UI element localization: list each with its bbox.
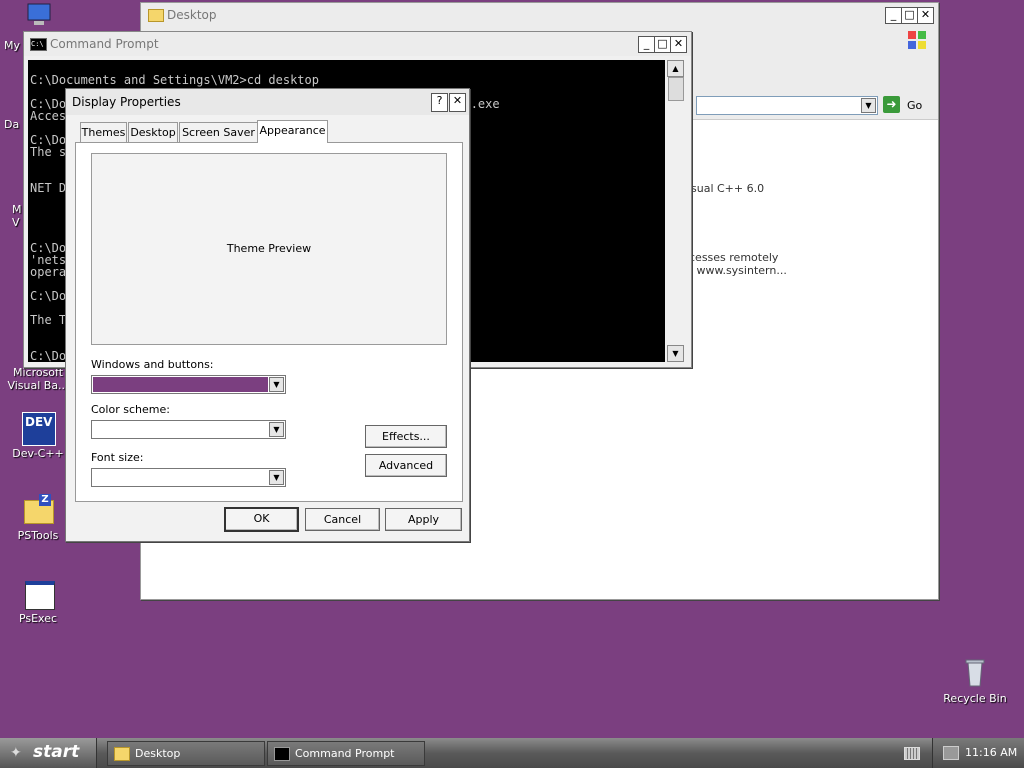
start-label: start (33, 742, 80, 762)
windows-buttons-select[interactable]: ▼ (91, 375, 286, 394)
desktop-icon-psexec[interactable]: PsExec (3, 577, 73, 625)
explorer-title: Desktop (167, 8, 217, 22)
go-arrow-icon: ➜ (883, 96, 900, 113)
go-button[interactable]: ➜ Go (883, 95, 933, 115)
desktop-icon-visual-basic[interactable]: Microsoft Visual Ba... (3, 366, 73, 392)
devcpp-icon: DEV (22, 412, 56, 446)
windows-buttons-color-swatch (93, 377, 268, 392)
close-button[interactable]: ✕ (670, 36, 687, 53)
taskbar: ✦ start Desktop Command Prompt 11:16 AM (0, 738, 1024, 768)
clock[interactable]: 11:16 AM (965, 746, 1017, 759)
font-size-label: Font size: (91, 451, 144, 464)
tab-themes[interactable]: Themes (80, 122, 127, 142)
taskbar-item-command-prompt[interactable]: Command Prompt (267, 741, 425, 766)
computer-icon (25, 2, 53, 28)
font-size-select[interactable]: ▼ (91, 468, 286, 487)
theme-preview-label: Theme Preview (226, 242, 312, 255)
ok-button[interactable]: OK (224, 507, 299, 532)
taskbar-item-label: Command Prompt (295, 747, 395, 760)
scroll-thumb[interactable] (668, 77, 684, 101)
advanced-button[interactable]: Advanced (365, 454, 447, 477)
windows-buttons-label: Windows and buttons: (91, 358, 214, 371)
app-window-icon (22, 577, 55, 610)
list-item-text[interactable]: sual C++ 6.0 (691, 182, 764, 195)
close-button[interactable]: ✕ (449, 93, 466, 112)
color-scheme-select[interactable]: ▼ (91, 420, 286, 439)
network-icon[interactable] (943, 746, 959, 760)
list-item-text[interactable]: cesses remotely (689, 251, 778, 264)
chevron-down-icon[interactable]: ▼ (269, 377, 284, 392)
desktop-icon-label: PsExec (18, 612, 58, 625)
chevron-down-icon[interactable]: ▼ (269, 422, 284, 437)
close-button[interactable]: ✕ (917, 7, 934, 24)
explorer-titlebar[interactable]: Desktop _ □ ✕ (141, 3, 938, 27)
folder-icon (114, 747, 130, 761)
desktop-icon-label: Da (4, 118, 20, 131)
taskbar-item-desktop[interactable]: Desktop (107, 741, 265, 766)
tab-desktop[interactable]: Desktop (128, 122, 178, 142)
vertical-scrollbar[interactable]: ▲ ▼ (667, 60, 684, 362)
devcpp-icon-text: DEV (25, 415, 53, 429)
cmd-titlebar[interactable]: C:\ Command Prompt _ □ ✕ (24, 32, 691, 56)
maximize-button[interactable]: □ (901, 7, 918, 24)
theme-preview: Theme Preview (91, 153, 447, 345)
zip-folder-icon: Z (22, 494, 54, 526)
folder-icon (148, 9, 164, 22)
tab-appearance[interactable]: Appearance (257, 120, 328, 143)
maximize-button[interactable]: □ (654, 36, 671, 53)
cmd-title: Command Prompt (50, 37, 159, 51)
minimize-button[interactable]: _ (638, 36, 655, 53)
scroll-down-button[interactable]: ▼ (667, 345, 684, 362)
desktop-icon-documents[interactable]: Da (4, 118, 24, 131)
go-label: Go (907, 99, 923, 112)
zip-icon-text: Z (39, 494, 51, 506)
display-properties-dialog[interactable]: Display Properties ? ✕ Themes Desktop Sc… (65, 88, 470, 542)
tab-screen-saver[interactable]: Screen Saver (179, 122, 258, 142)
list-item-text[interactable]: - www.sysintern... (689, 264, 787, 277)
color-scheme-label: Color scheme: (91, 403, 170, 416)
address-input[interactable]: ▼ (696, 96, 878, 115)
cmd-icon-text: C:\ (31, 40, 44, 48)
dialog-titlebar[interactable]: Display Properties ? ✕ (66, 89, 469, 115)
desktop-icon-label: My (4, 39, 21, 52)
desktop-icon-recycle-bin[interactable]: Recycle Bin (940, 657, 1010, 705)
scroll-up-button[interactable]: ▲ (667, 60, 684, 77)
windows-flag-icon: ✦ (10, 745, 22, 761)
effects-button[interactable]: Effects... (365, 425, 447, 448)
desktop-icon-label: Recycle Bin (943, 692, 1007, 705)
desktop-icon-pstools[interactable]: Z PSTools (3, 494, 73, 542)
chevron-down-icon[interactable]: ▼ (269, 470, 284, 485)
taskbar-item-label: Desktop (135, 747, 181, 760)
desktop-icon-label: Microsoft Visual Ba... (7, 366, 69, 392)
start-button[interactable]: ✦ start (0, 738, 97, 768)
dialog-title: Display Properties (72, 95, 181, 109)
apply-button[interactable]: Apply (385, 508, 462, 531)
keyboard-icon[interactable] (904, 747, 920, 760)
cmd-icon (274, 747, 290, 761)
cancel-button[interactable]: Cancel (305, 508, 380, 531)
desktop-icon-devcpp[interactable]: DEV Dev-C++ (3, 412, 73, 460)
chevron-down-icon[interactable]: ▼ (861, 98, 876, 113)
appearance-panel: Theme Preview Windows and buttons: ▼ Col… (75, 142, 463, 502)
windows-logo-icon (907, 30, 927, 50)
help-button[interactable]: ? (431, 93, 448, 112)
system-tray: 11:16 AM (932, 738, 1024, 768)
minimize-button[interactable]: _ (885, 7, 902, 24)
desktop-icon-label: PSTools (17, 529, 59, 542)
desktop-icon-label: Dev-C++ (12, 447, 64, 460)
cmd-icon: C:\ (30, 38, 47, 51)
recycle-bin-icon (959, 657, 991, 689)
desktop-icon-my-computer[interactable]: My (4, 2, 74, 52)
